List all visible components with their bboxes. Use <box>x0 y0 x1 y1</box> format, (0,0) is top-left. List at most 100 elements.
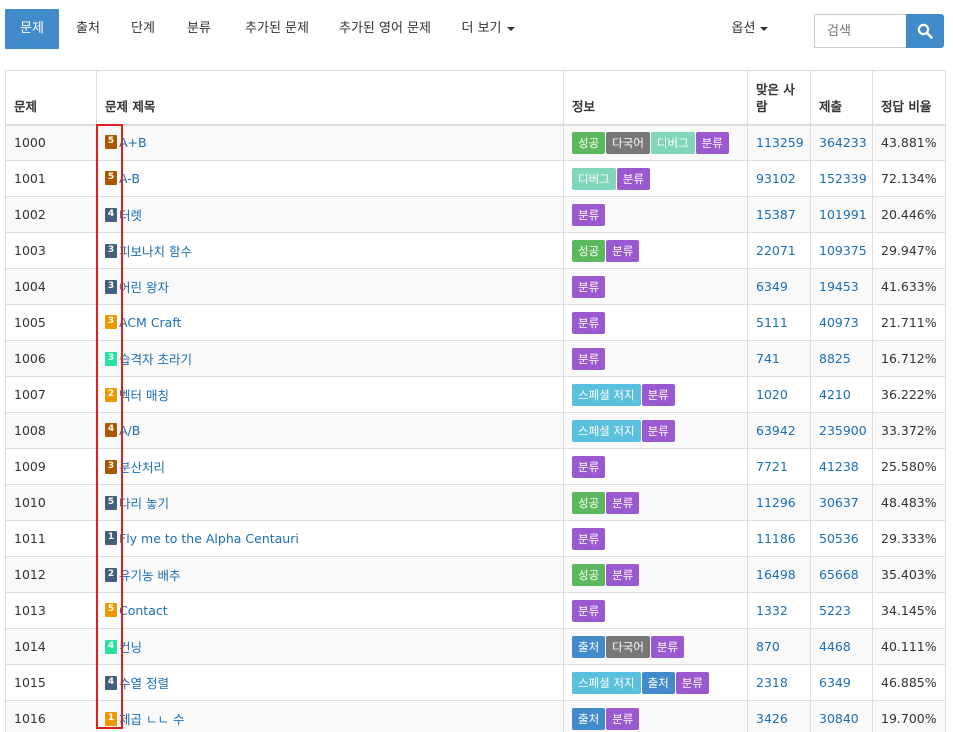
nav-added-problems[interactable]: 추가된 문제 <box>232 9 322 49</box>
solved-count-link[interactable]: 3426 <box>756 711 788 726</box>
submit-count-link[interactable]: 152339 <box>819 171 867 186</box>
submit-count-link[interactable]: 5223 <box>819 603 851 618</box>
submit-count-link[interactable]: 4468 <box>819 639 851 654</box>
info-tag-label[interactable]: 스페셜 저지 <box>572 671 641 694</box>
info-tag-label[interactable]: 분류 <box>572 455 606 478</box>
info-tag-label[interactable]: 분류 <box>572 311 606 334</box>
solved-count-link[interactable]: 2318 <box>756 675 788 690</box>
problem-title-link[interactable]: 피보나치 함수 <box>119 244 192 259</box>
info-tag-label[interactable]: 분류 <box>641 419 675 442</box>
solved-count-link[interactable]: 93102 <box>756 171 796 186</box>
info-tag-label[interactable]: 분류 <box>606 707 640 730</box>
info-tag-label[interactable]: 출처 <box>572 707 606 730</box>
info-tag-label[interactable]: 디버그 <box>572 167 616 190</box>
problem-title-link[interactable]: Contact <box>119 603 168 618</box>
info-tag-label[interactable]: 성공 <box>572 563 606 586</box>
info-tag-label[interactable]: 분류 <box>606 563 640 586</box>
search-button[interactable] <box>906 14 944 48</box>
problem-title-link[interactable]: 터렛 <box>119 208 142 223</box>
problem-title-link[interactable]: 분산처리 <box>119 460 165 475</box>
nav-steps[interactable]: 단계 <box>121 9 165 49</box>
info-tag-label[interactable]: 분류 <box>641 383 675 406</box>
info-tag-label[interactable]: 성공 <box>572 491 606 514</box>
submit-count-link[interactable]: 101991 <box>819 207 867 222</box>
submit-count-link[interactable]: 30637 <box>819 495 859 510</box>
header-ratio[interactable]: 정답 비율 <box>872 70 946 126</box>
submit-count-link[interactable]: 41238 <box>819 459 859 474</box>
search-input[interactable] <box>814 14 907 48</box>
problem-title-link[interactable]: 수열 정렬 <box>119 676 169 691</box>
problem-title-link[interactable]: 습격자 초라기 <box>119 352 192 367</box>
problem-title-link[interactable]: 다리 놓기 <box>119 496 169 511</box>
submit-count-link[interactable]: 30840 <box>819 711 859 726</box>
info-tag-label[interactable]: 분류 <box>675 671 709 694</box>
submit-count-link[interactable]: 65668 <box>819 567 859 582</box>
info-tag-label[interactable]: 출처 <box>641 671 675 694</box>
info-tag-label[interactable]: 성공 <box>572 131 606 154</box>
submit-count-link[interactable]: 4210 <box>819 387 851 402</box>
nav-source[interactable]: 출처 <box>66 9 110 49</box>
info-tag-label[interactable]: 분류 <box>572 599 606 622</box>
info-tag-label[interactable]: 분류 <box>695 131 729 154</box>
nav-added-english-problems[interactable]: 추가된 영어 문제 <box>330 9 440 49</box>
solved-count-link[interactable]: 11296 <box>756 495 796 510</box>
solved-count-link[interactable]: 870 <box>756 639 780 654</box>
info-tag-label[interactable]: 분류 <box>572 275 606 298</box>
info-tag-label[interactable]: 스페셜 저지 <box>572 419 641 442</box>
info-tag-label[interactable]: 분류 <box>572 527 606 550</box>
problem-title-link[interactable]: 유기농 배추 <box>119 568 180 583</box>
info-tag-label[interactable]: 분류 <box>616 167 650 190</box>
header-problem-id[interactable]: 문제 <box>5 70 97 126</box>
options-dropdown[interactable]: 옵션 <box>722 9 778 49</box>
header-submits[interactable]: 제출 <box>810 70 873 126</box>
info-tag-label[interactable]: 성공 <box>572 239 606 262</box>
info-tag-label[interactable]: 분류 <box>572 203 606 226</box>
problem-title-link[interactable]: 벡터 매칭 <box>119 388 169 403</box>
submit-count-link[interactable]: 19453 <box>819 279 859 294</box>
nav-more-dropdown[interactable]: 더 보기 <box>450 9 526 49</box>
submit-count-link[interactable]: 109375 <box>819 243 867 258</box>
problem-title-link[interactable]: 컨닝 <box>119 640 142 655</box>
info-tag-label[interactable]: 분류 <box>572 347 606 370</box>
problem-title-link[interactable]: 제곱 ㄴㄴ 수 <box>119 712 184 727</box>
submit-count-link[interactable]: 40973 <box>819 315 859 330</box>
solved-count-link[interactable]: 1020 <box>756 387 788 402</box>
info-tag-label[interactable]: 다국어 <box>606 635 650 658</box>
problem-title-link[interactable]: ACM Craft <box>119 315 181 330</box>
solved-count-link[interactable]: 63942 <box>756 423 796 438</box>
info-tag-label[interactable]: 분류 <box>606 239 640 262</box>
problem-title-link[interactable]: 어린 왕자 <box>119 280 169 295</box>
nav-problems[interactable]: 문제 <box>5 9 59 49</box>
solved-count-link[interactable]: 6349 <box>756 279 788 294</box>
submit-count-link[interactable]: 8825 <box>819 351 851 366</box>
solved-count-link[interactable]: 113259 <box>756 135 804 150</box>
problem-title-cell: 4 수열 정렬 <box>96 664 564 701</box>
submit-count-link[interactable]: 50536 <box>819 531 859 546</box>
problem-title-link[interactable]: A+B <box>119 135 147 150</box>
solved-count-link[interactable]: 16498 <box>756 567 796 582</box>
solved-count-link[interactable]: 22071 <box>756 243 796 258</box>
tier-level: 3 <box>107 353 115 363</box>
problem-title-link[interactable]: A-B <box>119 171 140 186</box>
info-tag-label[interactable]: 스페셜 저지 <box>572 383 641 406</box>
info-tag-label[interactable]: 분류 <box>606 491 640 514</box>
header-solved[interactable]: 맞은 사람 <box>747 70 811 126</box>
solved-count-link[interactable]: 5111 <box>756 315 788 330</box>
solved-count-link[interactable]: 11186 <box>756 531 796 546</box>
nav-category[interactable]: 분류 <box>177 9 221 49</box>
accept-ratio: 48.483% <box>872 484 946 521</box>
submit-count-link[interactable]: 364233 <box>819 135 867 150</box>
info-tag-label[interactable]: 디버그 <box>650 131 695 154</box>
header-problem-title[interactable]: 문제 제목 <box>96 70 564 126</box>
info-tag-label[interactable]: 분류 <box>650 635 685 658</box>
submit-count-link[interactable]: 235900 <box>819 423 867 438</box>
problem-title-link[interactable]: A/B <box>119 423 140 438</box>
solved-count-link[interactable]: 7721 <box>756 459 788 474</box>
info-tag-label[interactable]: 출처 <box>572 635 606 658</box>
problem-title-link[interactable]: Fly me to the Alpha Centauri <box>119 531 299 546</box>
submit-count-link[interactable]: 6349 <box>819 675 851 690</box>
solved-count-link[interactable]: 15387 <box>756 207 796 222</box>
solved-count-link[interactable]: 1332 <box>756 603 788 618</box>
info-tag-label[interactable]: 다국어 <box>606 131 650 154</box>
solved-count-link[interactable]: 741 <box>756 351 780 366</box>
